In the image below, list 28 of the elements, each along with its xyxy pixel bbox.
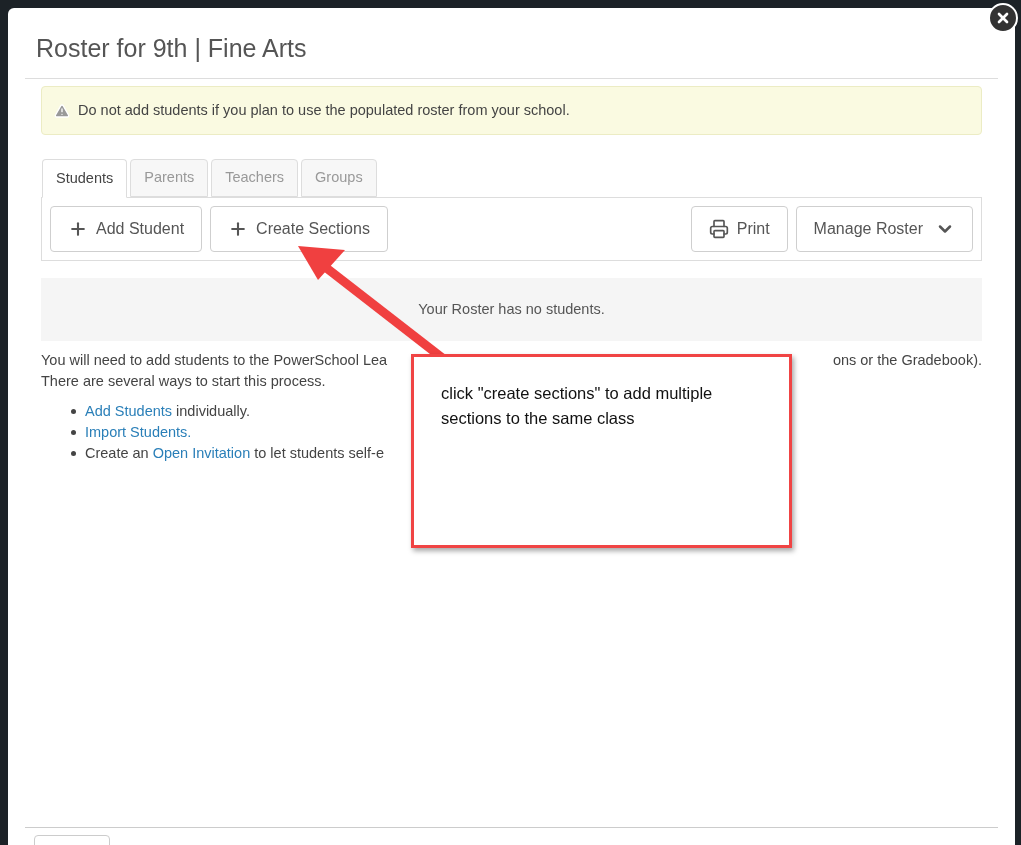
bullet-icon xyxy=(71,430,76,435)
option-text: individually. xyxy=(176,402,250,421)
tab[interactable]: Parents xyxy=(130,159,209,197)
dialog-title: Roster for 9th | Fine Arts xyxy=(35,33,308,64)
alert-text: Do not add students if you plan to use the populated roster from your school. xyxy=(78,100,570,120)
intro-text: You will need to add students to the PowerSchool Lea xyxy=(41,351,388,370)
tab[interactable]: Groups xyxy=(301,159,377,197)
option-text: Create an xyxy=(85,444,149,463)
option-link[interactable]: Import Students. xyxy=(85,422,192,443)
option-text: to let students self-e xyxy=(254,444,384,463)
warning-icon xyxy=(54,102,70,119)
tab[interactable]: Teachers xyxy=(211,159,299,197)
option-link[interactable]: Add Students xyxy=(85,401,173,422)
close-icon xyxy=(995,10,1011,26)
dropdown-button[interactable]: Manage Roster xyxy=(795,206,973,252)
plus-icon xyxy=(68,219,88,239)
tab[interactable]: Students xyxy=(42,159,128,198)
bullet-icon xyxy=(71,451,76,456)
intro-text: There are several ways to start this process. xyxy=(41,372,327,391)
option-link[interactable]: Open Invitation xyxy=(152,443,251,464)
callout-text: click "create sections" to add multiple sections to the same class xyxy=(441,384,713,427)
bullet-icon xyxy=(71,409,76,414)
printer-icon xyxy=(708,219,729,239)
toolbar-button[interactable]: Print xyxy=(690,206,788,252)
toolbar-button[interactable]: Add Student xyxy=(50,206,203,252)
intro-text: ons or the Gradebook). xyxy=(832,351,982,370)
toolbar-button[interactable]: Create Sections xyxy=(210,206,388,252)
empty-message: Your Roster has no students. xyxy=(418,299,605,319)
